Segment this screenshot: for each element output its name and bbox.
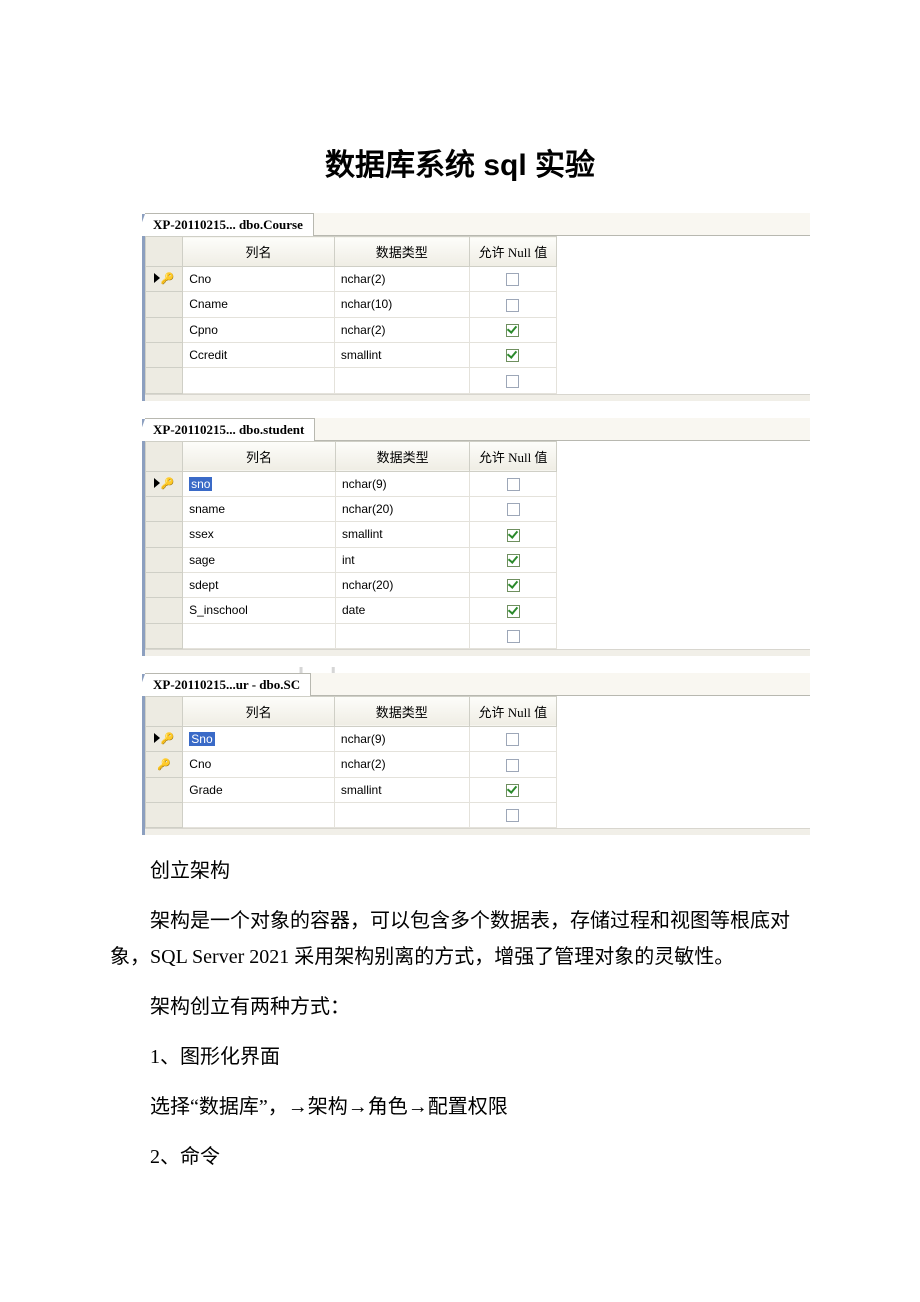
student-table-designer: XP-20110215... dbo.student 列名 数据类型 允许 Nu… [142, 419, 810, 656]
paragraph: 创立架构 [110, 853, 810, 889]
header-column-name: 列名 [183, 237, 335, 267]
null-checkbox[interactable] [506, 809, 519, 822]
table-row[interactable]: ssex smallint [146, 522, 557, 547]
tab-student[interactable]: XP-20110215... dbo.student [145, 418, 315, 441]
null-checkbox[interactable] [507, 630, 520, 643]
null-checkbox[interactable] [507, 529, 520, 542]
tab-course[interactable]: XP-20110215... dbo.Course [145, 213, 314, 236]
table-row[interactable]: Grade smallint [146, 777, 557, 802]
null-checkbox[interactable] [507, 478, 520, 491]
table-row[interactable]: Cname nchar(10) [146, 292, 557, 317]
null-checkbox[interactable] [507, 605, 520, 618]
null-checkbox[interactable] [506, 784, 519, 797]
null-checkbox[interactable] [506, 273, 519, 286]
row-indicator-icon: 🔑 [154, 732, 175, 745]
header-data-type: 数据类型 [334, 237, 469, 267]
null-checkbox[interactable] [507, 503, 520, 516]
student-columns-grid: 列名 数据类型 允许 Null 值 🔑 sno nchar(9) sname n… [145, 441, 557, 649]
row-indicator-icon: 🔑 [154, 272, 175, 285]
paragraph: 架构创立有两种方式： [110, 989, 810, 1025]
null-checkbox[interactable] [506, 349, 519, 362]
table-row[interactable] [146, 368, 557, 393]
null-checkbox[interactable] [506, 299, 519, 312]
null-checkbox[interactable] [507, 579, 520, 592]
sc-columns-grid: 列名 数据类型 允许 Null 值 🔑 Sno nchar(9) 🔑 Cno n… [145, 696, 557, 828]
header-data-type: 数据类型 [335, 441, 469, 471]
table-row[interactable]: 🔑 Sno nchar(9) [146, 726, 557, 751]
table-row[interactable] [146, 802, 557, 827]
table-row[interactable] [146, 623, 557, 648]
paragraph: 2、命令 [110, 1139, 810, 1175]
header-column-name: 列名 [183, 696, 335, 726]
key-icon: 🔑 [157, 759, 171, 771]
null-checkbox[interactable] [506, 759, 519, 772]
header-allow-null: 允许 Null 值 [470, 441, 557, 471]
course-table-designer: XP-20110215... dbo.Course 列名 数据类型 允许 Nul… [142, 214, 810, 401]
table-row[interactable]: S_inschool date [146, 598, 557, 623]
page-title: 数据库系统 sql 实验 [110, 140, 810, 184]
body-text: 创立架构 架构是一个对象的容器，可以包含多个数据表，存储过程和视图等根底对象，S… [110, 853, 810, 1175]
table-row[interactable]: sname nchar(20) [146, 496, 557, 521]
table-row[interactable]: 🔑 sno nchar(9) [146, 471, 557, 496]
null-checkbox[interactable] [506, 375, 519, 388]
null-checkbox[interactable] [506, 324, 519, 337]
header-data-type: 数据类型 [334, 696, 469, 726]
tab-sc[interactable]: XP-20110215...ur - dbo.SC [145, 673, 311, 696]
table-row[interactable]: 🔑 Cno nchar(2) [146, 752, 557, 777]
row-indicator-icon: 🔑 [154, 477, 175, 490]
table-row[interactable]: Ccredit smallint [146, 342, 557, 367]
null-checkbox[interactable] [507, 554, 520, 567]
header-allow-null: 允许 Null 值 [469, 696, 556, 726]
course-columns-grid: 列名 数据类型 允许 Null 值 🔑 Cno nchar(2) Cname n… [145, 236, 557, 394]
paragraph: 架构是一个对象的容器，可以包含多个数据表，存储过程和视图等根底对象，SQL Se… [110, 903, 810, 975]
header-allow-null: 允许 Null 值 [469, 237, 556, 267]
table-row[interactable]: sage int [146, 547, 557, 572]
sc-table-designer: XP-20110215...ur - dbo.SC 列名 数据类型 允许 Nul… [142, 674, 810, 835]
null-checkbox[interactable] [506, 733, 519, 746]
table-row[interactable]: sdept nchar(20) [146, 572, 557, 597]
paragraph: 选择“数据库”，→架构→角色→配置权限 [110, 1089, 810, 1125]
table-row[interactable]: Cpno nchar(2) [146, 317, 557, 342]
header-column-name: 列名 [183, 441, 336, 471]
paragraph: 1、图形化界面 [110, 1039, 810, 1075]
table-row[interactable]: 🔑 Cno nchar(2) [146, 267, 557, 292]
